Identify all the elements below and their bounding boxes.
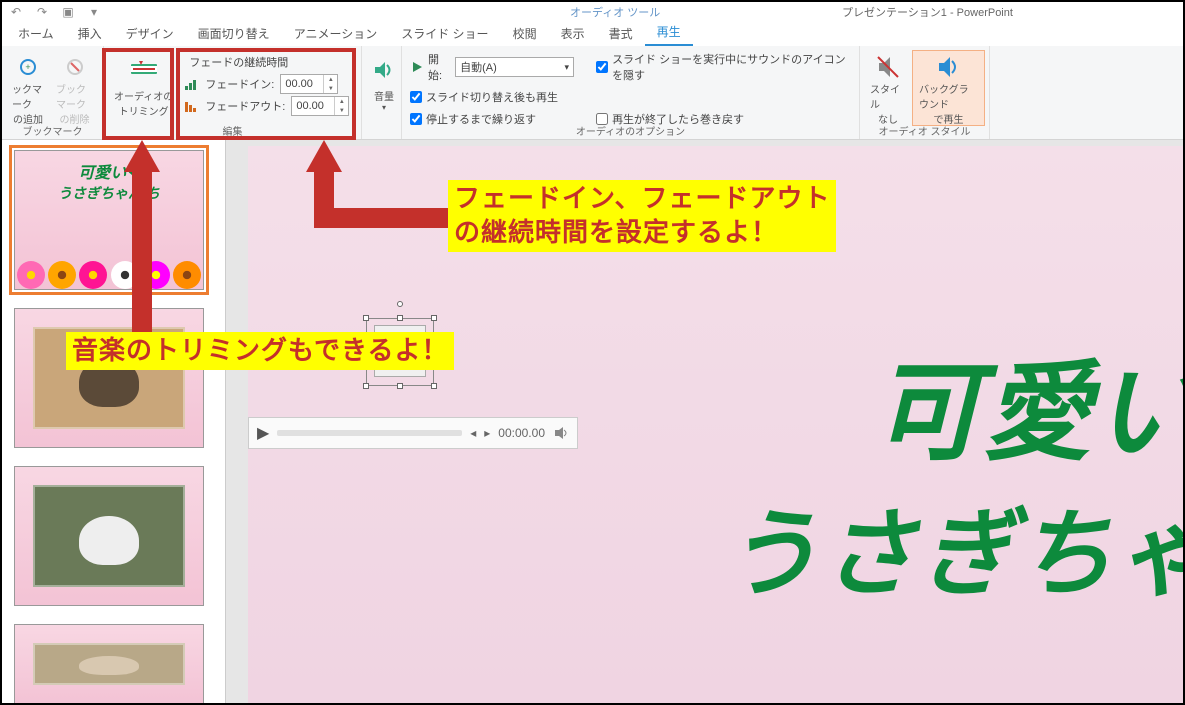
slide-thumbnail-4[interactable] [14, 624, 204, 703]
fade-out-icon [185, 100, 199, 112]
fade-in-label: フェードイン: [205, 76, 274, 92]
group-label-bookmark: ブックマーク [2, 123, 103, 138]
group-label-style: オーディオ スタイル [860, 123, 989, 138]
skip-back-icon[interactable]: ◂ [470, 426, 476, 440]
flower-decoration [15, 229, 203, 289]
trim-audio-button[interactable]: オーディオの トリミング [108, 50, 179, 126]
spinner-up-icon[interactable]: ▲ [335, 97, 348, 106]
spinner-down-icon[interactable]: ▼ [324, 84, 337, 93]
arrow-to-fade [306, 140, 450, 228]
qat-redo-icon[interactable]: ↷ [32, 4, 52, 20]
background-play-icon [936, 55, 962, 79]
tab-home[interactable]: ホーム [6, 21, 66, 46]
tab-animations[interactable]: アニメーション [282, 21, 390, 46]
background-play-button[interactable]: バックグラウンド で再生 [912, 50, 985, 126]
dropdown-icon: ▾ [382, 103, 386, 112]
ribbon: + ックマーク の追加 ブックマーク の削除 ブックマーク オーディオの [2, 46, 1183, 140]
qat-undo-icon[interactable]: ↶ [6, 4, 26, 20]
rabbit-image-placeholder [33, 485, 185, 587]
ribbon-tabs: ホーム 挿入 デザイン 画面切り替え アニメーション スライド ショー 校閲 表… [2, 22, 1183, 46]
fade-out-label: フェードアウト: [205, 98, 285, 114]
across-slides-checkbox[interactable]: スライド切り替え後も再生 [406, 88, 578, 106]
arrow-to-trim [124, 140, 160, 342]
skip-forward-icon[interactable]: ▸ [484, 426, 490, 440]
play-icon[interactable]: ▶ [257, 423, 269, 443]
slide-title-line-2: うさぎちゃ [723, 476, 1183, 615]
qat-start-icon[interactable]: ▣ [58, 4, 78, 20]
qat-dropdown-icon[interactable]: ▾ [84, 4, 104, 20]
slide-title-line-1: 可愛い [873, 326, 1183, 482]
fade-in-input[interactable]: 00.00 ▲▼ [280, 74, 338, 94]
tab-playback[interactable]: 再生 [645, 19, 693, 46]
slide-thumbnail-2[interactable] [14, 308, 204, 448]
bookmark-add-button[interactable]: + ックマーク の追加 [6, 50, 50, 126]
contextual-tool-tab: オーディオ ツール [562, 4, 668, 20]
volume-icon [373, 54, 395, 86]
trim-audio-icon [129, 54, 159, 86]
bookmark-add-icon: + [18, 54, 38, 79]
start-icon [410, 60, 424, 74]
app-title: プレゼンテーション1 - PowerPoint [842, 4, 1013, 20]
tab-transitions[interactable]: 画面切り替え [186, 21, 282, 46]
fade-duration-header: フェードの継続時間 [185, 52, 349, 72]
spinner-down-icon[interactable]: ▼ [335, 106, 348, 115]
tab-format[interactable]: 書式 [597, 21, 645, 46]
tab-insert[interactable]: 挿入 [66, 21, 114, 46]
thumbnail-panel[interactable]: 可愛い❤ うさぎちゃん ち [2, 140, 226, 703]
mute-icon[interactable] [553, 425, 569, 441]
tab-view[interactable]: 表示 [549, 21, 597, 46]
bookmark-remove-button[interactable]: ブックマーク の削除 [50, 50, 99, 126]
annotation-fade: フェードイン、フェードアウト の継続時間を設定するよ！ [448, 180, 836, 252]
group-label-edit: 編集 [104, 123, 361, 138]
spinner-up-icon[interactable]: ▲ [324, 75, 337, 84]
no-style-icon [876, 54, 900, 79]
fade-out-input[interactable]: 00.00 ▲▼ [291, 96, 349, 116]
tab-design[interactable]: デザイン [114, 21, 186, 46]
start-select[interactable]: 自動(A) ▾ [455, 57, 574, 77]
slide-thumbnail-3[interactable] [14, 466, 204, 606]
slide-thumbnail-1[interactable]: 可愛い❤ うさぎちゃん ち [14, 150, 204, 290]
start-label: 開始: [428, 51, 451, 83]
rabbit-image-placeholder [33, 643, 185, 685]
bookmark-remove-icon [65, 54, 85, 79]
tab-slideshow[interactable]: スライド ショー [389, 21, 500, 46]
annotation-trim: 音楽のトリミングもできるよ！ [66, 332, 454, 370]
fade-in-icon [185, 78, 199, 90]
audio-player-bar[interactable]: ▶ ◂ ▸ 00:00.00 [248, 417, 578, 449]
seek-track[interactable] [277, 430, 462, 436]
hide-icon-checkbox[interactable]: スライド ショーを実行中にサウンドのアイコンを隠す [592, 50, 855, 84]
tab-review[interactable]: 校閲 [501, 21, 549, 46]
no-style-button[interactable]: スタイル なし [864, 50, 912, 126]
time-display: 00:00.00 [498, 426, 545, 440]
svg-text:+: + [25, 62, 30, 72]
volume-button[interactable]: 音量 ▾ [366, 50, 402, 126]
dropdown-icon: ▾ [565, 62, 570, 73]
group-label-options: オーディオのオプション [402, 123, 859, 138]
